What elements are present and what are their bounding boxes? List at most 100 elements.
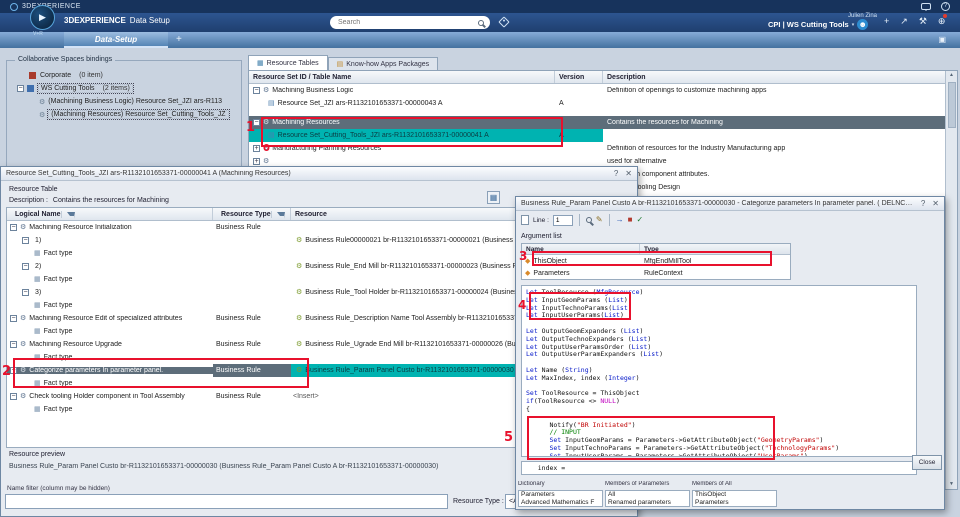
expander-icon[interactable]: [10, 341, 17, 348]
add-icon[interactable]: +: [884, 14, 889, 28]
check-syntax-icon[interactable]: ✓: [636, 213, 643, 227]
table-row[interactable]: Machining Business Logic Definition of o…: [249, 84, 945, 97]
list-item[interactable]: Parameters: [693, 499, 776, 507]
new-tab-button[interactable]: +: [176, 34, 182, 45]
resource-set-icon: ⚙: [39, 111, 46, 119]
row-type-icon: [34, 302, 41, 309]
line-label: Line :: [533, 216, 549, 224]
row-type-icon: [20, 315, 26, 322]
scrollbar-thumb[interactable]: [947, 82, 956, 128]
avatar[interactable]: ☻: [857, 19, 869, 30]
members-of-all-list[interactable]: ThisObject Parameters: [692, 490, 777, 507]
expander-icon[interactable]: [10, 367, 17, 374]
vertical-scrollbar[interactable]: ▲ ▼: [945, 71, 957, 489]
column-header-resource-type[interactable]: Resource Type: [213, 208, 291, 220]
search-input[interactable]: [336, 18, 478, 27]
list-item[interactable]: Advanced Mathematics F: [519, 499, 602, 507]
code-index-line[interactable]: index =: [521, 461, 917, 475]
tree-item-machining-resources[interactable]: ⚙ (Machining Resources) Resource Set_Cut…: [7, 108, 241, 121]
column-header-description[interactable]: Description: [603, 71, 945, 83]
list-item[interactable]: All: [606, 491, 689, 499]
business-rule-icon: [296, 367, 302, 374]
list-item[interactable]: Part Measures: [519, 506, 602, 507]
code-line: Let InputUserParams(List): [526, 311, 624, 320]
row-name: Manufacturing Planning Resources: [272, 145, 382, 152]
column-header-name[interactable]: Name: [522, 244, 640, 254]
help-icon[interactable]: ?: [941, 2, 950, 11]
members-of-parameters-list[interactable]: AllRenamed parametersEnd Mill: [605, 490, 690, 507]
expander-icon[interactable]: [10, 393, 17, 400]
dialog-title-bar[interactable]: Resource Set_Cutting_Tools_JZI ars-R1132…: [1, 167, 637, 181]
close-button[interactable]: ✕: [625, 169, 632, 178]
list-item[interactable]: Renamed parameters: [606, 499, 689, 507]
tree-item-corporate[interactable]: Corporate (0 item): [7, 69, 241, 82]
table-row[interactable]: Resource Set_Cutting_Tools_JZI ars-R1132…: [249, 129, 945, 142]
maximize-icon[interactable]: ▣: [938, 35, 946, 44]
close-button[interactable]: ✕: [932, 199, 939, 208]
close-dialog-button[interactable]: Close: [912, 455, 942, 470]
resource-preview-label: Resource preview: [9, 451, 66, 458]
row-type-icon: [268, 132, 275, 139]
argument-row-thisobject[interactable]: ◆ ThisObject MfgEndMillTool: [522, 255, 790, 267]
resource-value: Business Rule_Ugrade End Mill br-R113210…: [305, 341, 535, 348]
resource-value: Business Rule_Tool Holder br-R1132101653…: [305, 289, 534, 296]
tab-data-setup[interactable]: Data-Setup: [64, 32, 168, 48]
resource-value: Business Rule_End Mill br-R1132101653371…: [305, 263, 528, 270]
workspace-selector[interactable]: CPI | WS Cutting Tools ▾ ☻: [768, 19, 869, 30]
help-button[interactable]: ?: [921, 199, 925, 208]
argument-icon: ◆: [525, 270, 531, 277]
tab-label: Resource Tables: [266, 59, 319, 67]
filter-icon[interactable]: [66, 212, 75, 219]
table-view-button[interactable]: ▦: [487, 191, 500, 204]
expander-icon[interactable]: [22, 237, 29, 244]
argument-row-parameters[interactable]: ◆ Parameters RuleContext: [522, 267, 790, 279]
filter-icon[interactable]: [276, 212, 285, 219]
scroll-up-icon[interactable]: ▲: [949, 71, 954, 80]
line-number-input[interactable]: [552, 214, 573, 226]
ekl-code-editor[interactable]: Let ToolResource (MfgResource) Let InputG…: [521, 285, 917, 457]
tree-item-machining-business-logic[interactable]: ⚙ (Machining Business Logic) Resource Se…: [7, 95, 241, 108]
edit-icon[interactable]: ✎: [596, 213, 603, 227]
share-icon[interactable]: ↗: [900, 14, 908, 28]
expander-icon[interactable]: [17, 85, 24, 92]
list-item[interactable]: ThisObject: [693, 491, 776, 499]
stop-icon[interactable]: ■: [628, 213, 633, 227]
list-item[interactable]: End Mill: [606, 506, 689, 507]
table-row[interactable]: Machining Resources Contains the resourc…: [249, 116, 945, 129]
table-row[interactable]: Resource Set_JZI ars-R1132101653371-0000…: [249, 97, 945, 110]
column-header-logical-name[interactable]: Logical Name: [7, 208, 213, 220]
column-header-name[interactable]: Resource Set ID / Table Name: [249, 71, 555, 83]
expander-icon[interactable]: [253, 158, 260, 165]
tools-icon[interactable]: ⚒: [919, 14, 927, 28]
help-button[interactable]: ?: [614, 169, 618, 178]
expander-icon[interactable]: [10, 315, 17, 322]
column-header-version[interactable]: Version: [555, 71, 603, 83]
tree-item-ws-cutting-tools[interactable]: WS Cutting Tools (2 items): [7, 82, 241, 95]
globe-icon[interactable]: ⊕: [938, 14, 947, 28]
expander-icon[interactable]: [10, 224, 17, 231]
dialog-title-bar[interactable]: Business Rule_Param Panel Custo A br-R11…: [516, 197, 944, 211]
row-type-icon: [34, 250, 41, 257]
expander-icon[interactable]: [22, 263, 29, 270]
search-bar[interactable]: [330, 16, 490, 29]
chat-bubble-icon[interactable]: [921, 3, 931, 11]
name-filter-input[interactable]: [5, 494, 448, 509]
tab-know-how-apps-packages[interactable]: ▤ Know-how Apps Packages: [327, 57, 439, 70]
list-item[interactable]: Parameters: [519, 491, 602, 499]
3dexperience-compass-logo[interactable]: ▶: [30, 5, 55, 30]
expander-icon[interactable]: [253, 119, 260, 126]
dictionary-list[interactable]: ParametersAdvanced Mathematics FPart Mea…: [518, 490, 603, 507]
expander-icon[interactable]: [253, 145, 260, 152]
column-header-type[interactable]: Type: [640, 244, 790, 254]
search-icon[interactable]: [585, 217, 592, 223]
scroll-down-icon[interactable]: ▼: [949, 480, 954, 489]
expander-icon[interactable]: [253, 87, 260, 94]
tab-resource-tables[interactable]: ▦ Resource Tables: [248, 55, 328, 70]
page-icon[interactable]: [521, 215, 529, 225]
goto-line-icon[interactable]: →: [616, 213, 624, 227]
table-row[interactable]: Manufacturing Planning Resources Definit…: [249, 142, 945, 155]
expander-icon[interactable]: [22, 289, 29, 296]
row-type-icon: [34, 328, 41, 335]
search-icon[interactable]: [478, 19, 484, 26]
logical-name: Machining Resource Initialization: [29, 224, 132, 231]
